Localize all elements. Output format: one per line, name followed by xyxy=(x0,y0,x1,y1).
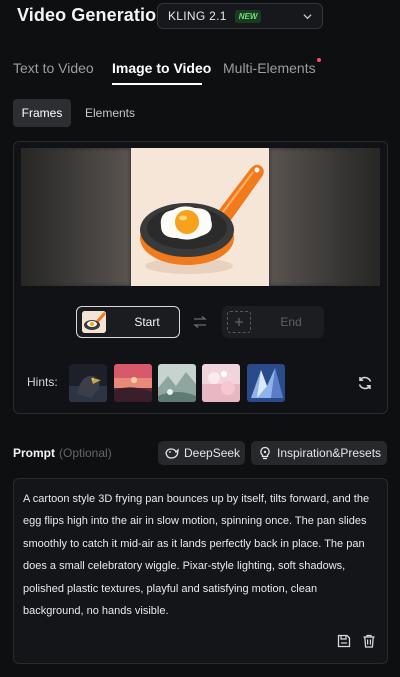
preview-blur-left xyxy=(21,148,131,286)
notification-dot xyxy=(317,58,321,62)
frying-pan-image xyxy=(131,148,269,286)
subtab-frames[interactable]: Frames xyxy=(13,99,71,127)
prompt-optional-label: (Optional) xyxy=(59,446,112,460)
start-frame-image xyxy=(131,148,269,286)
bulb-icon xyxy=(260,446,270,460)
deepseek-label: DeepSeek xyxy=(184,446,241,460)
active-tab-indicator xyxy=(112,83,202,85)
hint-thumbnail[interactable] xyxy=(202,364,240,402)
model-select[interactable]: KLING 2.1 NEW xyxy=(157,3,323,29)
plus-icon xyxy=(235,318,243,326)
hint-thumbnail[interactable] xyxy=(69,364,107,402)
add-end-frame-icon xyxy=(227,311,251,333)
prompt-text[interactable]: A cartoon style 3D frying pan bounces up… xyxy=(23,488,379,622)
trash-icon[interactable] xyxy=(361,633,377,649)
hint-thumbnail[interactable] xyxy=(114,364,152,402)
refresh-icon[interactable] xyxy=(357,375,373,391)
deepseek-whale-icon xyxy=(165,448,179,459)
hint-sunset-image xyxy=(114,364,152,402)
inspiration-label: Inspiration&Presets xyxy=(277,446,382,460)
inspiration-presets-button[interactable]: Inspiration&Presets xyxy=(251,441,387,465)
header: Video Generation KLING 2.1 NEW xyxy=(0,0,400,34)
hint-pastel-image xyxy=(202,364,240,402)
end-frame-button[interactable]: End xyxy=(222,306,324,338)
start-label: Start xyxy=(134,315,160,329)
swap-icon[interactable] xyxy=(192,315,208,329)
start-frame-button[interactable]: Start xyxy=(76,306,180,338)
hint-crystal-image xyxy=(247,364,285,402)
save-icon[interactable] xyxy=(336,633,352,649)
prompt-heading: Prompt (Optional) xyxy=(13,446,112,460)
start-frame-thumbnail xyxy=(82,311,106,333)
hint-eagle-image xyxy=(69,364,107,402)
tab-image-to-video[interactable]: Image to Video xyxy=(112,60,211,76)
chevron-down-icon xyxy=(303,14,312,20)
subtab-elements[interactable]: Elements xyxy=(78,99,142,127)
tab-multi-elements[interactable]: Multi-Elements xyxy=(223,60,316,76)
hint-landscape-image xyxy=(158,364,196,402)
end-label: End xyxy=(280,315,302,329)
tab-text-to-video[interactable]: Text to Video xyxy=(13,60,94,76)
model-name: KLING 2.1 xyxy=(168,9,227,23)
preview-blur-right xyxy=(269,148,380,286)
new-badge: NEW xyxy=(234,9,262,23)
hint-thumbnail[interactable] xyxy=(158,364,196,402)
deepseek-button[interactable]: DeepSeek xyxy=(158,441,245,465)
hint-thumbnail[interactable] xyxy=(247,364,285,402)
prompt-title: Prompt xyxy=(13,446,55,460)
page-title: Video Generation xyxy=(17,5,168,25)
video-generation-panel: Video Generation KLING 2.1 NEW Text to V… xyxy=(0,0,400,677)
frying-pan-thumbnail xyxy=(82,311,106,333)
hints-label: Hints: xyxy=(27,375,58,389)
frame-preview xyxy=(21,148,380,286)
